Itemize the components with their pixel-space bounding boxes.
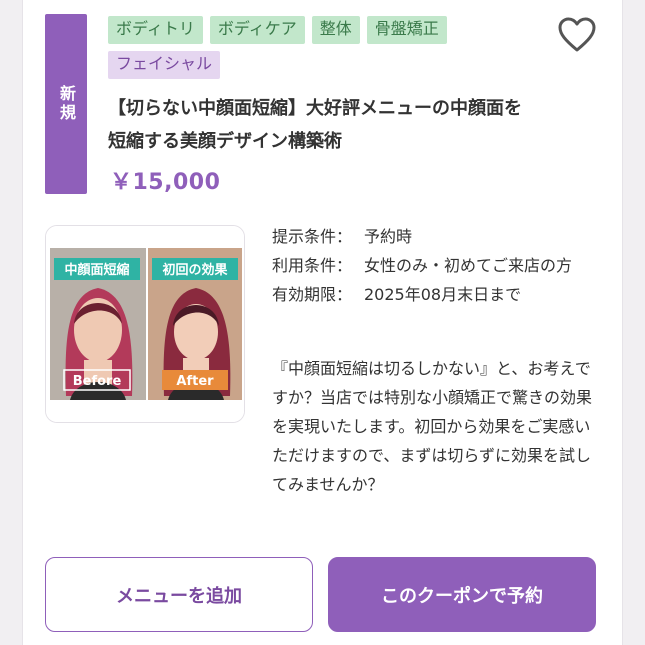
favorite-button[interactable] xyxy=(557,16,597,54)
condition-row-present: 提示条件： 予約時 xyxy=(272,222,602,251)
condition-value: 女性のみ・初めてご来店の方 xyxy=(364,256,573,275)
coupon-conditions: 提示条件： 予約時 利用条件： 女性のみ・初めてご来店の方 有効期限： 2025… xyxy=(272,222,602,309)
after-label: After xyxy=(176,374,214,389)
tag-facial: フェイシャル xyxy=(108,51,221,79)
heart-outline-icon xyxy=(558,17,596,52)
before-after-photo: 中顔面短縮 初回の効果 Before After xyxy=(45,225,245,423)
reserve-coupon-button[interactable]: このクーポンで予約 xyxy=(328,557,596,632)
tag-pelvis: 骨盤矯正 xyxy=(366,16,447,44)
photo-label-left: 中顔面短縮 xyxy=(64,262,129,278)
condition-label: 利用条件： xyxy=(272,256,353,275)
coupon-price: ￥15,000 xyxy=(110,170,221,195)
tag-seitai: 整体 xyxy=(311,16,360,44)
condition-row-expiry: 有効期限： 2025年08月末日まで xyxy=(272,280,602,309)
add-menu-button[interactable]: メニューを追加 xyxy=(45,557,313,632)
coupon-title: 【切らない中顔面短縮】大好評メニューの中顔面を短縮する美顔デザイン構築術 xyxy=(108,98,522,152)
tag-list: ボディトリ ボディケア 整体 骨盤矯正 フェイシャル xyxy=(108,16,528,79)
condition-value: 2025年08月末日まで xyxy=(364,285,522,304)
photo-label-right: 初回の効果 xyxy=(162,262,227,278)
condition-value: 予約時 xyxy=(364,227,413,246)
condition-label: 提示条件： xyxy=(272,227,353,246)
new-badge-label: 新規 xyxy=(57,85,76,123)
before-label: Before xyxy=(73,374,122,389)
tag-bodytori: ボディトリ xyxy=(108,16,203,44)
new-badge: 新規 xyxy=(45,14,87,194)
coupon-description: 『中顔面短縮は切るしかない』と、お考えですか？当店では特別な小顔矯正で驚きの効果… xyxy=(272,359,593,494)
tag-bodycare: ボディケア xyxy=(209,16,305,44)
condition-label: 有効期限： xyxy=(272,285,353,304)
condition-row-usage: 利用条件： 女性のみ・初めてご来店の方 xyxy=(272,251,602,280)
